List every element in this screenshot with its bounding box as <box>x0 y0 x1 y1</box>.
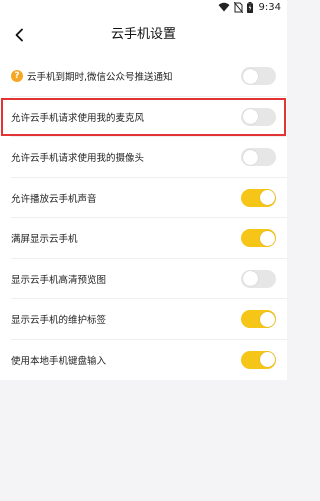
wifi-icon <box>218 2 230 12</box>
toggle-knob <box>259 230 275 246</box>
toggle-knob <box>259 352 275 368</box>
nav-bar: 云手机设置 <box>0 14 287 56</box>
toggle-switch[interactable] <box>241 229 276 248</box>
toggle-switch[interactable] <box>241 310 276 329</box>
setting-label: 满屏显示云手机 <box>11 234 78 246</box>
page-title: 云手机设置 <box>110 27 176 42</box>
toggle-switch[interactable] <box>241 148 276 167</box>
setting-row-camera: 允许云手机请求使用我的摄像头 <box>0 137 287 178</box>
setting-row-local-keyboard: 使用本地手机键盘输入 <box>0 340 287 381</box>
setting-label: 允许云手机请求使用我的摄像头 <box>11 153 145 165</box>
setting-row-sound: 允许播放云手机声音 <box>0 178 287 219</box>
toggle-switch[interactable] <box>241 188 276 207</box>
setting-label: 允许云手机请求使用我的麦克风 <box>11 112 145 124</box>
setting-row-hd-preview: 显示云手机高清预览图 <box>0 259 287 300</box>
no-sim-icon <box>233 1 243 13</box>
toggle-knob <box>242 149 258 165</box>
setting-label: 显示云手机高清预览图 <box>11 274 107 286</box>
toggle-knob <box>242 109 258 125</box>
toggle-switch[interactable] <box>241 67 276 86</box>
settings-list: ? 云手机到期时,微信公众号推送通知 允许云手机请求使用我的麦克风 允许云手机请… <box>0 56 287 380</box>
status-bar: 9:34 <box>0 0 287 14</box>
setting-row-wechat-notify: ? 云手机到期时,微信公众号推送通知 <box>0 56 287 97</box>
status-icons: 9:34 <box>218 0 281 14</box>
toggle-knob <box>242 68 258 84</box>
battery-icon <box>246 1 253 13</box>
setting-label: 使用本地手机键盘输入 <box>11 355 107 367</box>
toggle-knob <box>259 311 275 327</box>
toggle-switch[interactable] <box>241 107 276 126</box>
toggle-knob <box>242 271 258 287</box>
toggle-knob <box>259 190 275 206</box>
setting-label: 显示云手机的维护标签 <box>11 315 107 327</box>
setting-row-maintenance-tag: 显示云手机的维护标签 <box>0 299 287 340</box>
toggle-switch[interactable] <box>241 350 276 369</box>
setting-label: 云手机到期时,微信公众号推送通知 <box>27 72 173 84</box>
setting-label: 允许播放云手机声音 <box>11 193 97 205</box>
toggle-switch[interactable] <box>241 269 276 288</box>
question-circle-icon[interactable]: ? <box>11 70 23 83</box>
setting-row-microphone: 允许云手机请求使用我的麦克风 <box>0 97 287 138</box>
status-time: 9:34 <box>258 1 281 13</box>
setting-row-fullscreen: 满屏显示云手机 <box>0 218 287 259</box>
